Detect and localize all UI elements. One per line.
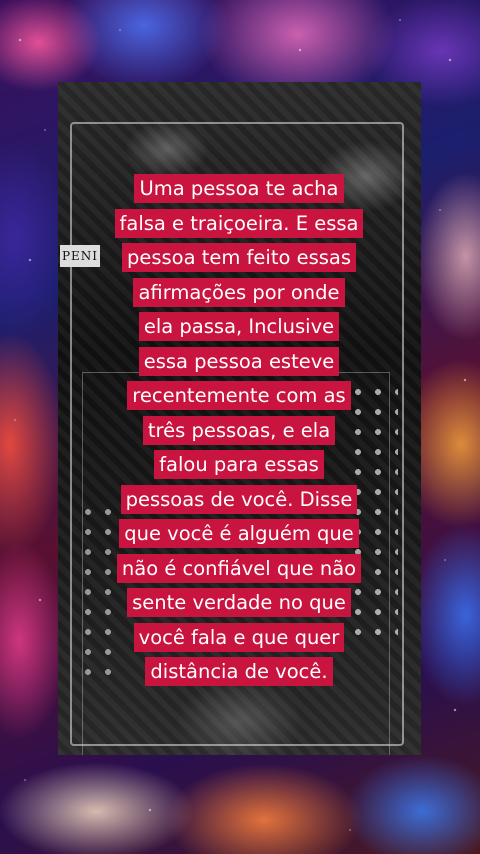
caption-line: sente verdade no que — [127, 588, 351, 617]
caption-line: falsa e traiçoeira. E essa — [114, 208, 364, 238]
caption-line: você fala e que quer — [133, 622, 345, 652]
caption-line: distância de você. — [145, 657, 333, 686]
caption-line: essa pessoa esteve — [138, 346, 340, 376]
caption-line: que você é alguém que — [119, 519, 359, 548]
caption-line: pessoas de você. Disse — [120, 484, 358, 514]
caption-line: Uma pessoa te acha — [134, 174, 344, 203]
caption-line: não é confiável que não — [116, 553, 362, 583]
caption-line: falou para essas — [154, 450, 324, 479]
caption-line: ela passa, Inclusive — [138, 312, 340, 341]
caption-line: pessoa tem feito essas — [121, 243, 357, 272]
tarot-card-label: PENI — [60, 245, 100, 267]
caption-line: três pessoas, e ela — [142, 415, 336, 445]
caption-line: recentemente com as — [127, 381, 351, 410]
caption-line: afirmações por onde — [133, 277, 345, 307]
caption-text: Uma pessoa te acha falsa e traiçoeira. E… — [100, 172, 378, 690]
